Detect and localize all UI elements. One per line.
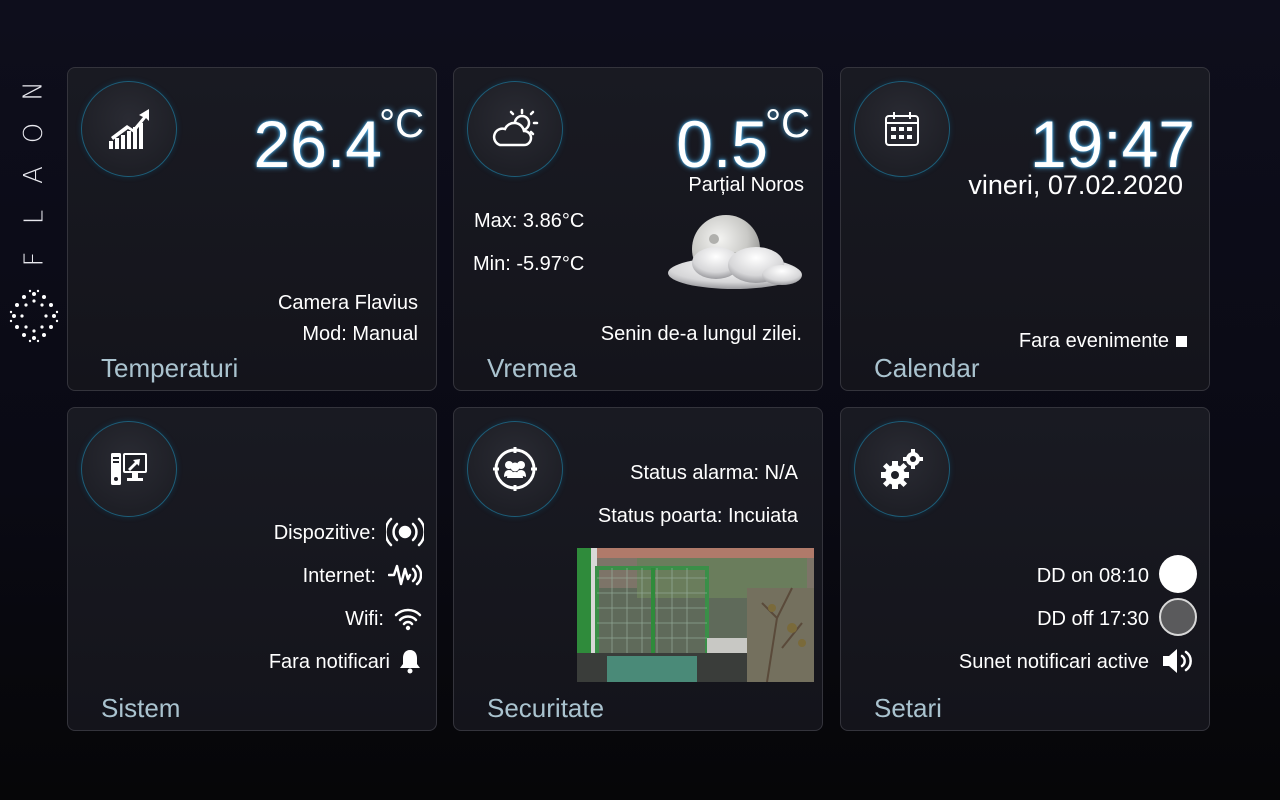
brand-letter: L (19, 209, 49, 225)
dd-off-toggle[interactable] (1159, 598, 1197, 636)
internet-label: Internet: (302, 565, 376, 587)
moon-cloud-illustration-icon (668, 215, 802, 289)
weather-min-temp: Min: -5.97°C (473, 253, 585, 275)
weather-icon-button[interactable] (467, 81, 563, 177)
dd-off-label: DD off 17:30 (1037, 608, 1149, 630)
gate-status: Status poarta: Incuiata (597, 505, 798, 527)
computer-network-icon (111, 453, 147, 485)
current-date: vineri, 07.02.2020 (968, 170, 1183, 200)
thermostat-mode: Mod: Manual (302, 323, 418, 345)
brand-wordmark: N O A L F (14, 70, 54, 270)
internet-activity-icon (388, 564, 422, 586)
calendar-icon (885, 112, 919, 146)
tile-title: Sistem (101, 693, 181, 723)
broadcast-icon (386, 517, 424, 547)
tile-calendar[interactable]: 19:47 vineri, 07.02.2020 Fara evenimente… (840, 67, 1210, 391)
wifi-icon (394, 608, 422, 631)
tile-system[interactable]: Dispozitive: Internet: Wifi: Fara notifi… (67, 407, 437, 731)
gears-icon (881, 449, 923, 489)
tile-title: Vremea (487, 353, 578, 383)
tile-title: Calendar (874, 353, 980, 383)
wifi-label: Wifi: (345, 608, 384, 630)
tile-title: Setari (874, 693, 942, 723)
temperature-icon-button[interactable] (81, 81, 177, 177)
weather-condition: Parțial Noros (688, 174, 804, 196)
calendar-icon-button[interactable] (854, 81, 950, 177)
gate-camera-feed[interactable] (577, 548, 814, 682)
brand-letter: A (18, 166, 49, 184)
system-icon-button[interactable] (81, 421, 177, 517)
tile-security[interactable]: Status alarma: N/A Status poarta: Incuia… (453, 407, 823, 731)
dd-on-label: DD on 08:10 (1036, 565, 1149, 587)
brand-letter: F (19, 251, 49, 267)
bell-icon (400, 650, 420, 674)
brand-letter: N (18, 81, 49, 101)
sound-notifications-label: Sunet notificari active (958, 651, 1149, 673)
devices-label: Dispozitive: (273, 522, 376, 544)
weather-temperature-unit: °C (765, 102, 810, 146)
security-icon-button[interactable] (467, 421, 563, 517)
settings-icon-button[interactable] (854, 421, 950, 517)
alarm-status: Status alarma: N/A (630, 462, 798, 484)
tile-settings[interactable]: DD on 08:10 DD off 17:30 Sunet notificar… (840, 407, 1210, 731)
events-square-icon (1176, 336, 1187, 347)
brand-logo-icon (9, 289, 59, 343)
speaker-volume-icon[interactable] (1161, 646, 1195, 676)
surveillance-target-icon (493, 447, 537, 491)
dd-on-toggle[interactable] (1159, 555, 1197, 593)
weather-max-temp: Max: 3.86°C (474, 210, 585, 232)
tile-weather[interactable]: 0.5 °C Parțial Noros Max: 3.86°C Min: -5… (453, 67, 823, 391)
tile-title: Temperaturi (101, 353, 239, 383)
brand-letter: O (19, 122, 49, 144)
room-name: Camera Flavius (277, 292, 418, 314)
brand-strip: N O A L F (8, 70, 60, 360)
notifications-status: Fara notificari (268, 651, 390, 673)
temperature-unit: °C (379, 102, 424, 146)
tile-title: Securitate (487, 693, 605, 723)
partly-cloudy-icon (492, 108, 539, 147)
trending-up-chart-icon (109, 109, 149, 149)
weather-summary: Senin de-a lungul zilei. (600, 323, 802, 345)
temperature-value: 26.4 (253, 107, 382, 181)
weather-temperature-value: 0.5 (676, 107, 768, 181)
tile-temperatures[interactable]: 26.4 °C Camera Flavius Mod: Manual Tempe… (67, 67, 437, 391)
calendar-events: Fara evenimente (1018, 330, 1169, 352)
